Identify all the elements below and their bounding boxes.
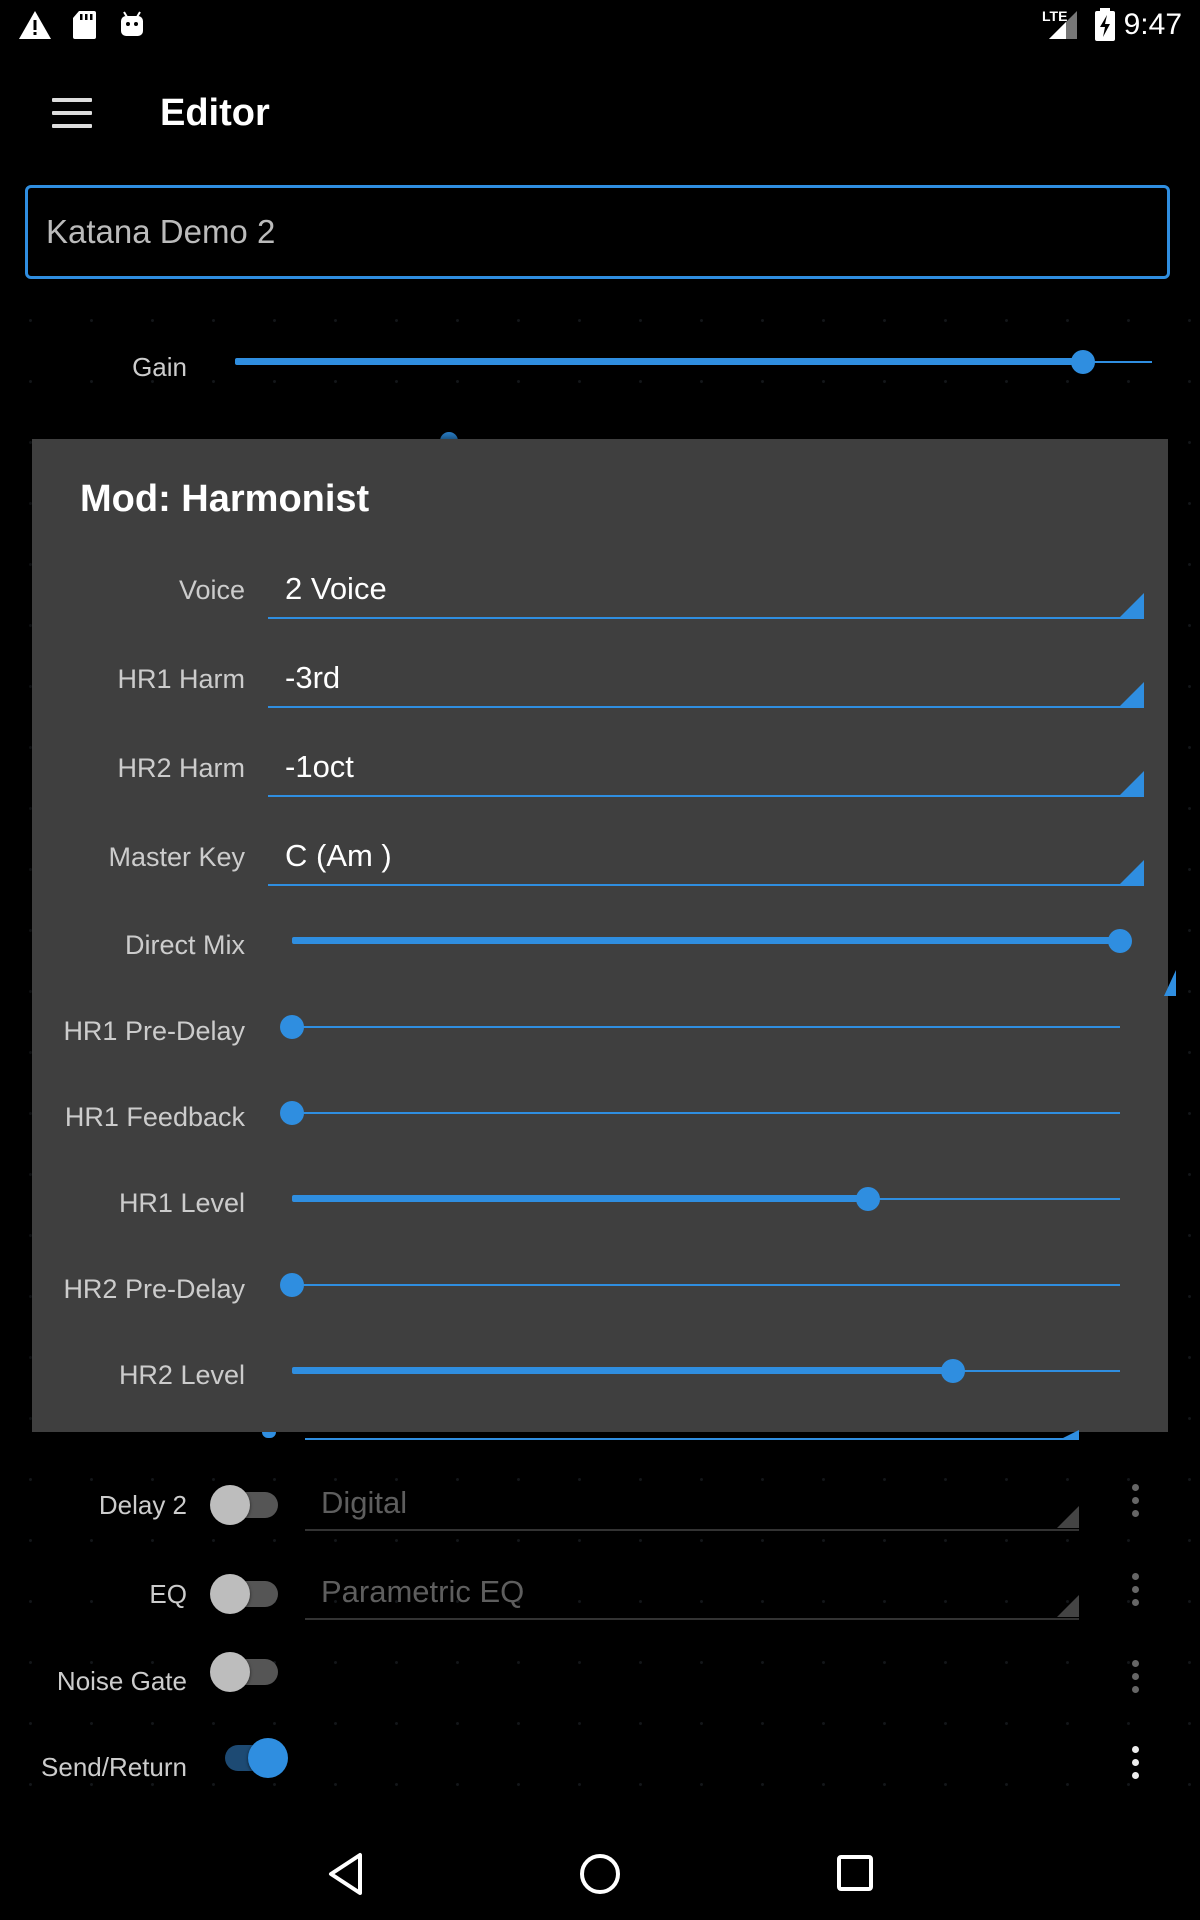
hr1-feedback-label: HR1 Feedback (64, 1102, 245, 1132)
hr1-harm-value: -3rd (285, 660, 341, 695)
more-options-icon[interactable] (1132, 1573, 1140, 1612)
eq-label: EQ (149, 1579, 187, 1609)
dialog-title: Mod: Harmonist (80, 478, 370, 520)
eq-type-select[interactable]: Parametric EQ (305, 1569, 1079, 1621)
recents-icon[interactable] (834, 1852, 878, 1896)
noise-gate-toggle[interactable] (210, 1650, 280, 1694)
slider-thumb (280, 1273, 304, 1297)
hr2-pre-delay-slider[interactable] (280, 1270, 1120, 1300)
send-return-label: Send/Return (41, 1752, 187, 1782)
patch-name-value: Katana Demo 2 (46, 213, 276, 250)
hr2-level-slider[interactable] (292, 1356, 1120, 1386)
hamburger-menu-icon[interactable] (52, 98, 92, 128)
hr1-feedback-slider[interactable] (280, 1098, 1120, 1128)
delay2-type-value: Digital (321, 1485, 408, 1520)
master-key-label: Master Key (108, 842, 245, 872)
dropdown-arrow-icon (1057, 1506, 1079, 1528)
more-options-icon[interactable] (1132, 1660, 1140, 1699)
gain-slider-fill (235, 358, 1084, 365)
background-dropdown-corner (1164, 970, 1176, 996)
master-key-value: C (Am ) (285, 838, 392, 873)
gain-label: Gain (132, 352, 187, 382)
slider-thumb (940, 1359, 965, 1383)
home-icon[interactable] (578, 1852, 622, 1896)
direct-mix-slider[interactable] (292, 926, 1132, 956)
hr1-level-slider[interactable] (292, 1184, 1120, 1214)
hr1-pre-delay-slider[interactable] (280, 1012, 1120, 1042)
slider-thumb (856, 1187, 881, 1211)
page-title: Editor (160, 92, 270, 134)
android-icon (121, 11, 143, 36)
dropdown-arrow-icon (1120, 593, 1144, 617)
signal-icon (1049, 11, 1077, 39)
direct-mix-label: Direct Mix (125, 930, 245, 960)
send-return-toggle[interactable] (222, 1736, 292, 1780)
gain-slider[interactable] (235, 345, 1152, 375)
voice-label: Voice (178, 575, 245, 605)
sd-card-icon (73, 11, 96, 39)
hr1-harm-select[interactable]: -3rd (268, 654, 1144, 709)
master-key-select[interactable]: C (Am ) (268, 832, 1144, 887)
slider-thumb (1108, 929, 1132, 953)
delay2-label: Delay 2 (98, 1490, 187, 1520)
dropdown-arrow-icon (1120, 682, 1144, 706)
background-select-underline (305, 1438, 1079, 1440)
more-options-icon[interactable] (1132, 1746, 1140, 1785)
patch-name-input[interactable]: Katana Demo 2 (25, 185, 1170, 279)
slider-thumb (280, 1015, 304, 1039)
eq-toggle[interactable] (210, 1572, 280, 1616)
slider-thumb (280, 1101, 304, 1125)
voice-select[interactable]: 2 Voice (268, 565, 1144, 620)
hr1-harm-label: HR1 Harm (117, 664, 245, 694)
hr1-level-label: HR1 Level (118, 1188, 245, 1218)
hr1-pre-delay-label: HR1 Pre-Delay (63, 1016, 245, 1046)
eq-type-value: Parametric EQ (321, 1574, 525, 1609)
clock: 9:47 (1123, 8, 1182, 41)
hr2-level-label: HR2 Level (118, 1360, 245, 1390)
gain-slider-thumb (1071, 350, 1096, 374)
dropdown-arrow-icon (1057, 1595, 1079, 1617)
navigation-bar (0, 1840, 1200, 1920)
dropdown-arrow-icon (1120, 771, 1144, 795)
hr2-pre-delay-label: HR2 Pre-Delay (63, 1274, 245, 1304)
battery-charging-icon (1095, 8, 1115, 41)
dropdown-arrow-icon (1120, 860, 1144, 884)
hr2-harm-select[interactable]: -1oct (268, 743, 1144, 798)
noise-gate-label: Noise Gate (56, 1666, 187, 1696)
hr2-harm-label: HR2 Harm (117, 753, 245, 783)
hr2-harm-value: -1oct (285, 749, 354, 784)
back-icon[interactable] (326, 1852, 366, 1896)
warning-icon (19, 11, 51, 39)
delay2-toggle[interactable] (210, 1483, 280, 1527)
background-dropdown-corner (1059, 1430, 1079, 1440)
more-options-icon[interactable] (1132, 1484, 1140, 1523)
delay2-type-select[interactable]: Digital (305, 1480, 1079, 1532)
voice-value: 2 Voice (285, 571, 387, 606)
status-bar: LTE 9:47 (0, 0, 1200, 50)
